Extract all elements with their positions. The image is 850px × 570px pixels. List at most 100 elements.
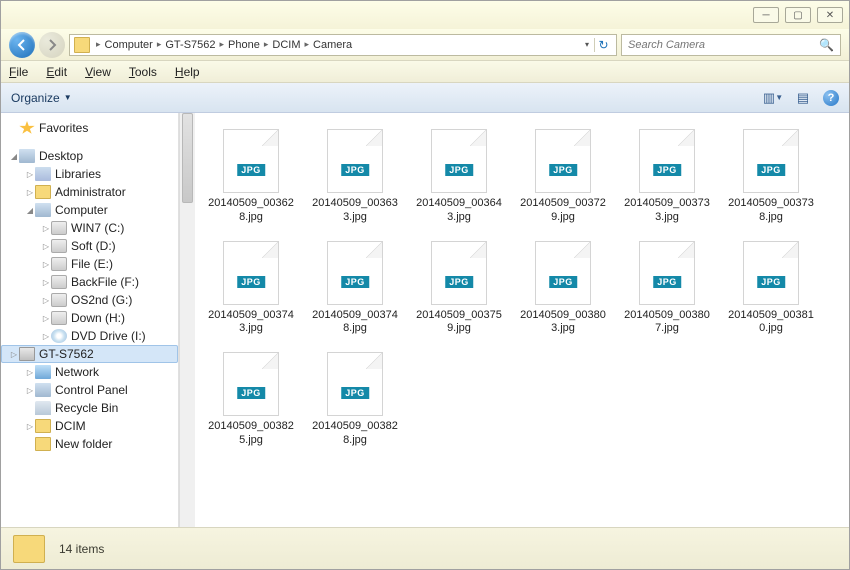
tree-drive-g[interactable]: ▷OS2nd (G:) <box>1 291 178 309</box>
file-item[interactable]: JPG 20140509_003803.jpg <box>515 237 611 341</box>
help-button[interactable]: ? <box>823 90 839 106</box>
tree-recyclebin[interactable]: Recycle Bin <box>1 399 178 417</box>
file-name-label: 20140509_003733.jpg <box>623 197 711 225</box>
crumb-device[interactable]: GT-S7562 <box>163 39 217 51</box>
file-item[interactable]: JPG20140509_003643.jpg <box>411 125 507 229</box>
chevron-right-icon: ▸ <box>302 39 311 50</box>
file-name-label: 20140509_003828.jpg <box>311 420 399 448</box>
crumb-camera[interactable]: Camera <box>311 39 354 51</box>
tree-libraries[interactable]: ▷Libraries <box>1 165 178 183</box>
tree-device-gt[interactable]: ▷GT-S7562 <box>1 345 178 363</box>
organize-button[interactable]: Organize ▼ <box>11 91 72 105</box>
crumb-dcim[interactable]: DCIM <box>270 39 302 51</box>
tree-drive-h[interactable]: ▷Down (H:) <box>1 309 178 327</box>
tree-network[interactable]: ▷Network <box>1 363 178 381</box>
drive-icon <box>51 275 67 289</box>
file-item[interactable]: JPG20140509_003633.jpg <box>307 125 403 229</box>
file-item[interactable]: JPG 20140509_003748.jpg <box>307 237 403 341</box>
jpg-file-icon: JPG <box>535 241 591 305</box>
close-button[interactable]: ✕ <box>817 7 843 23</box>
status-count: 14 items <box>59 542 104 556</box>
minimize-button[interactable]: ─ <box>753 7 779 23</box>
jpg-file-icon: JPG <box>743 129 799 193</box>
file-pane[interactable]: JPG20140509_003628.jpgJPG20140509_003633… <box>195 113 849 527</box>
tree-label: Favorites <box>39 121 88 135</box>
preview-pane-button[interactable]: ▤ <box>793 89 813 107</box>
address-bar[interactable]: ▸ Computer ▸ GT-S7562 ▸ Phone ▸ DCIM ▸ C… <box>69 34 617 56</box>
tree-label: GT-S7562 <box>39 347 94 361</box>
phone-icon <box>19 347 35 361</box>
tree-label: DCIM <box>55 419 86 433</box>
tree-dcim[interactable]: ▷DCIM <box>1 417 178 435</box>
crumb-storage[interactable]: Phone <box>226 39 262 51</box>
file-item[interactable]: JPG20140509_003807.jpg <box>619 237 715 341</box>
scrollbar-thumb[interactable] <box>182 113 193 203</box>
view-options-button[interactable]: ▥ ▼ <box>763 89 783 107</box>
menu-view[interactable]: View <box>85 65 111 79</box>
computer-icon <box>35 203 51 217</box>
file-name-label: 20140509_003803.jpg <box>519 309 607 337</box>
tree-drive-dvd[interactable]: ▷DVD Drive (I:) <box>1 327 178 345</box>
network-icon <box>35 365 51 379</box>
file-item[interactable]: JPG20140509_003825.jpg <box>203 348 299 452</box>
file-name-label: 20140509_003748.jpg <box>311 309 399 337</box>
tree-label: New folder <box>55 437 112 451</box>
tree-label: Soft (D:) <box>71 239 116 253</box>
jpg-file-icon: JPG <box>431 241 487 305</box>
address-dropdown[interactable]: ▾ <box>580 40 594 49</box>
maximize-button[interactable]: ▢ <box>785 7 811 23</box>
tree-controlpanel[interactable]: ▷Control Panel <box>1 381 178 399</box>
search-input[interactable] <box>628 39 819 51</box>
file-item[interactable]: JPG20140509_003743.jpg <box>203 237 299 341</box>
search-box[interactable]: 🔍 <box>621 34 841 56</box>
menu-help[interactable]: Help <box>175 65 200 79</box>
tree-drive-d[interactable]: ▷Soft (D:) <box>1 237 178 255</box>
crumb-computer[interactable]: Computer <box>103 39 155 51</box>
jpg-file-icon: JPG <box>223 241 279 305</box>
tree-desktop[interactable]: ◢Desktop <box>1 147 178 165</box>
body-area: Favorites ◢Desktop ▷Libraries ▷Administr… <box>1 113 849 527</box>
file-name-label: 20140509_003643.jpg <box>415 197 503 225</box>
tree-label: Control Panel <box>55 383 128 397</box>
star-icon <box>19 121 35 135</box>
menu-file[interactable]: File <box>9 65 28 79</box>
tree-drive-f[interactable]: ▷BackFile (F:) <box>1 273 178 291</box>
tree-drive-c[interactable]: ▷WIN7 (C:) <box>1 219 178 237</box>
file-item[interactable]: JPG20140509_003733.jpg <box>619 125 715 229</box>
file-type-badge: JPG <box>445 276 473 288</box>
tree-drive-e[interactable]: ▷File (E:) <box>1 255 178 273</box>
sidebar-scrollbar[interactable] <box>179 113 195 527</box>
forward-button[interactable] <box>39 32 65 58</box>
file-item[interactable]: JPG20140509_003628.jpg <box>203 125 299 229</box>
menu-edit[interactable]: Edit <box>46 65 67 79</box>
file-item[interactable]: JPG20140509_003729.jpg <box>515 125 611 229</box>
tree-administrator[interactable]: ▷Administrator <box>1 183 178 201</box>
tree-label: DVD Drive (I:) <box>71 329 146 343</box>
tree-newfolder[interactable]: New folder <box>1 435 178 453</box>
nav-bar: ▸ Computer ▸ GT-S7562 ▸ Phone ▸ DCIM ▸ C… <box>1 29 849 61</box>
tree-favorites[interactable]: Favorites <box>1 119 178 137</box>
file-type-badge: JPG <box>757 276 785 288</box>
file-item[interactable]: JPG 20140509_003738.jpg <box>723 125 819 229</box>
tree-computer[interactable]: ◢Computer <box>1 201 178 219</box>
back-button[interactable] <box>9 32 35 58</box>
chevron-down-icon: ▼ <box>64 93 72 102</box>
file-item[interactable]: JPG20140509_003828.jpg <box>307 348 403 452</box>
refresh-button[interactable]: ↻ <box>594 38 612 52</box>
file-item[interactable]: JPG20140509_003810.jpg <box>723 237 819 341</box>
file-type-badge: JPG <box>341 276 369 288</box>
toolbar: Organize ▼ ▥ ▼ ▤ ? <box>1 83 849 113</box>
recyclebin-icon <box>35 401 51 415</box>
explorer-window: ─ ▢ ✕ ▸ Computer ▸ GT-S7562 ▸ Phone ▸ DC… <box>0 0 850 570</box>
chevron-right-icon: ▸ <box>262 39 271 50</box>
menu-bar: File Edit View Tools Help <box>1 61 849 83</box>
file-item[interactable]: JPG 20140509_003759.jpg <box>411 237 507 341</box>
file-name-label: 20140509_003759.jpg <box>415 309 503 337</box>
tree-label: Computer <box>55 203 108 217</box>
menu-tools[interactable]: Tools <box>129 65 157 79</box>
jpg-file-icon: JPG <box>327 129 383 193</box>
file-name-label: 20140509_003738.jpg <box>727 197 815 225</box>
file-name-label: 20140509_003628.jpg <box>207 197 295 225</box>
navigation-pane[interactable]: Favorites ◢Desktop ▷Libraries ▷Administr… <box>1 113 179 527</box>
tree-label: WIN7 (C:) <box>71 221 124 235</box>
